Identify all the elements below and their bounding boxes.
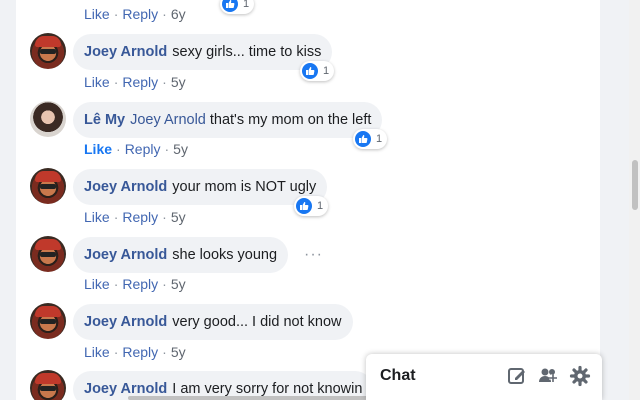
avatar[interactable] [30, 101, 66, 137]
comment-time[interactable]: 5y [173, 141, 188, 157]
like-link[interactable]: Like [84, 209, 110, 225]
like-link[interactable]: Like [84, 141, 112, 157]
comment-text: very good... I did not know [172, 314, 342, 330]
comments-feed: Like · Reply · 6y 1 Joey Arnold sexy girls...… [16, 0, 600, 400]
reaction-badge[interactable]: 1 [294, 196, 329, 216]
comment-text: she looks young [172, 247, 278, 263]
comment-bubble: Joey Arnold she looks young [73, 237, 289, 273]
comment-time[interactable]: 5y [171, 344, 186, 360]
comment-actions: Like · Reply · 5y [84, 209, 186, 225]
comment-author[interactable]: Joey Arnold [84, 381, 167, 397]
comment-time[interactable]: 5y [171, 276, 186, 292]
reaction-count: 1 [376, 133, 383, 145]
comment-time[interactable]: 6y [171, 6, 186, 22]
reaction-count: 1 [317, 200, 324, 212]
compose-icon[interactable] [506, 365, 528, 387]
reaction-badge[interactable]: 1 [353, 129, 388, 149]
chat-title[interactable]: Chat [380, 367, 416, 385]
reaction-count: 1 [323, 65, 330, 77]
comment-author[interactable]: Joey Arnold [84, 44, 167, 60]
comment-bubble: Lê My Joey Arnold that's my mom on the lef… [73, 102, 383, 138]
comment-author[interactable]: Joey Arnold [84, 247, 167, 263]
thumbs-up-icon [355, 131, 371, 147]
comment-actions: Like · Reply · 5y [84, 74, 186, 90]
reply-link[interactable]: Reply [125, 141, 161, 157]
reply-link[interactable]: Reply [122, 6, 158, 22]
comment-time[interactable]: 5y [171, 209, 186, 225]
reply-link[interactable]: Reply [122, 276, 158, 292]
comment-bubble: Joey Arnold your mom is NOT ugly [73, 169, 328, 205]
like-link[interactable]: Like [84, 344, 110, 360]
comment-actions: Like · Reply · 5y [84, 276, 186, 292]
reply-link[interactable]: Reply [122, 209, 158, 225]
like-link[interactable]: Like [84, 74, 110, 90]
comment-actions: Like · Reply · 6y [84, 6, 186, 22]
like-link[interactable]: Like [84, 6, 110, 22]
thumbs-up-icon [222, 0, 238, 12]
comment-author[interactable]: Joey Arnold [84, 314, 167, 330]
chat-bar[interactable]: Chat [366, 354, 602, 400]
comment-author[interactable]: Joey Arnold [84, 179, 167, 195]
scrollbar-thumb[interactable] [632, 160, 638, 210]
comment-actions: Like · Reply · 5y [84, 141, 188, 157]
thumbs-up-icon [296, 198, 312, 214]
more-options-icon[interactable]: ··· [304, 246, 323, 264]
reply-link[interactable]: Reply [122, 344, 158, 360]
vertical-scrollbar[interactable] [629, 0, 640, 400]
add-people-icon[interactable] [537, 365, 559, 387]
comment-bubble: Joey Arnold very good... I did not know [73, 304, 353, 340]
avatar[interactable] [30, 303, 66, 339]
comment-text: sexy girls... time to kiss [172, 44, 322, 60]
mention-link[interactable]: Joey Arnold [130, 112, 206, 128]
avatar[interactable] [30, 168, 66, 204]
reaction-count: 1 [243, 0, 250, 10]
comment-author[interactable]: Lê My [84, 112, 125, 128]
avatar[interactable] [30, 370, 66, 400]
comment-bubble: Joey Arnold sexy girls... time to kiss [73, 34, 333, 70]
comment-actions: Like · Reply · 5y [84, 344, 186, 360]
reply-link[interactable]: Reply [122, 74, 158, 90]
comment-time[interactable]: 5y [171, 74, 186, 90]
reaction-badge[interactable]: 1 [300, 61, 335, 81]
reaction-badge[interactable]: 1 [220, 0, 255, 14]
comment-text: that's my mom on the left [209, 112, 372, 128]
avatar[interactable] [30, 33, 66, 69]
gear-icon[interactable] [569, 365, 591, 387]
thumbs-up-icon [302, 63, 318, 79]
like-link[interactable]: Like [84, 276, 110, 292]
comment-text: your mom is NOT ugly [172, 179, 317, 195]
avatar[interactable] [30, 236, 66, 272]
comment-text: I am very sorry for not knowin [172, 381, 363, 397]
